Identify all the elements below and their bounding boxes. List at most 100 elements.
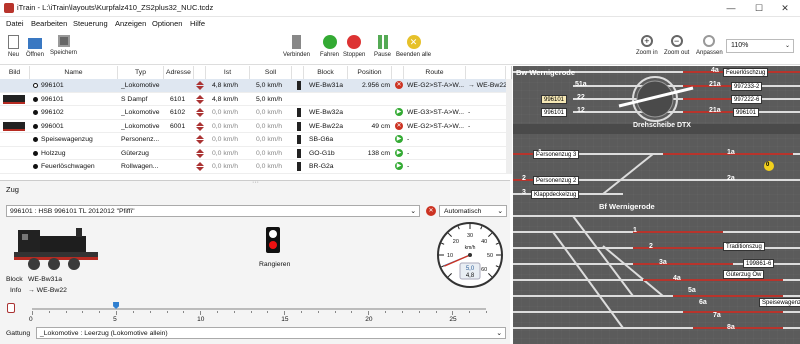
col-header-adresse[interactable]: Adresse [164,66,194,79]
run-button[interactable]: Fahren [320,35,339,58]
cell-typ: Rollwagen... [121,163,159,170]
direction-icon[interactable] [196,81,204,90]
slider-tick [116,311,118,315]
col-header-btn[interactable] [392,66,404,79]
col-header-route[interactable]: Route [404,66,466,79]
slider-tick [385,311,387,313]
start-train-button[interactable]: ▶ [395,162,403,170]
table-row[interactable]: Speisewagenzug Personenz... 0,0 km/h 0,0 km… [0,133,506,147]
zoom-in-icon: + [640,35,653,47]
col-header-position[interactable]: Position [348,66,392,79]
cell-name: Speisewagenzug [41,136,93,143]
start-train-button[interactable]: ▶ [395,148,403,157]
menu-hilfe[interactable]: Hilfe [190,19,205,28]
direction-icon[interactable] [196,94,204,104]
loco-thumbnail [3,121,25,131]
block-number: 21a [709,81,721,88]
cell-block: SB-G6a [309,136,334,143]
cell-block: WE-Bw32a [309,109,343,116]
zoom-select[interactable]: 110% ⌄ [726,39,794,53]
table-row[interactable]: Holzzug Güterzug 0,0 km/h 0,0 km/h GO-G1b 138… [0,147,506,160]
train-tag[interactable]: Traditionszug [723,242,765,251]
train-select[interactable]: 996101 : HSB 996101 TL 2012012 "Pfiffi" … [6,205,420,217]
stop-train-button[interactable]: ✕ [395,81,403,89]
menu-bearbeiten[interactable]: Bearbeiten [31,19,67,28]
cell-adresse: 6101 [170,95,186,103]
slider-tick [200,311,202,315]
close-button[interactable]: ✕ [772,0,798,16]
table-row[interactable]: 996001 _Lokomotive 6001 0,0 km/h 0,0 km/h WE-… [0,120,506,133]
col-header-ziel[interactable] [466,66,506,79]
menu-datei[interactable]: Datei [6,19,24,28]
col-header-soll[interactable]: Soll [250,66,292,79]
menu-anzeigen[interactable]: Anzeigen [115,19,146,28]
zoom-out-label: Zoom out [664,50,690,56]
train-tag[interactable]: Klappdeckelzug [531,190,580,199]
menu-steuerung[interactable]: Steuerung [73,19,108,28]
train-stop-button[interactable]: ✕ [426,206,436,216]
zoom-out-icon: − [670,35,683,47]
train-tag[interactable]: 996101 [541,95,568,104]
stop-icon [347,35,362,49]
slider-tick [48,311,50,313]
table-row[interactable]: 996102 _Lokomotive 6102 0,0 km/h 0,0 km/h WE-… [0,106,506,120]
connect-button[interactable]: Verbinden [283,35,310,58]
open-button[interactable]: Öffnen [26,35,44,58]
fit-label: Anpassen [696,50,723,56]
direction-icon[interactable] [196,162,204,171]
splitter-grip[interactable]: ··· [252,179,259,186]
stop-button[interactable]: Stoppen [343,35,365,58]
start-train-button[interactable]: ▶ [395,135,403,143]
table-scrollbar[interactable] [506,79,512,174]
pause-button[interactable]: Pause [374,35,391,58]
mode-select[interactable]: Automatisch ⌄ [439,205,507,217]
train-tag[interactable]: 997222-6 [731,95,763,104]
table-row[interactable]: Feuerlöschwagen Rollwagen... 0,0 km/h 0,0 k… [0,160,506,174]
maximize-button[interactable]: ☐ [746,0,772,16]
col-header-block[interactable]: Block [304,66,348,79]
direction-icon[interactable] [196,135,204,144]
train-tag[interactable]: Personenzug 2 [533,176,580,185]
train-tag[interactable]: 996101 [541,108,568,117]
end-all-button[interactable]: ✕ Beenden alle [396,35,431,58]
new-button[interactable]: Neu [8,35,19,58]
direction-icon[interactable] [7,303,15,313]
col-header-ist[interactable]: Ist [206,66,250,79]
train-tag[interactable]: 199861-6 [743,259,775,268]
locomotive-image [6,222,110,272]
direction-icon[interactable] [196,148,204,158]
table-row[interactable]: 996101 S Dampf 6101 4,8 km/h 5,0 km/h [0,93,506,106]
train-tag[interactable]: Güterzug Ow [723,270,765,279]
direction-icon[interactable] [196,121,204,131]
zoom-in-button[interactable]: + Zoom in [636,35,658,56]
stop-train-button[interactable]: ✕ [395,121,403,130]
minimize-button[interactable]: — [718,0,744,16]
zoom-out-button[interactable]: − Zoom out [664,35,689,56]
slider-tick [486,311,487,313]
col-header-name[interactable]: Name [30,66,118,79]
block-number: 1a [727,149,735,156]
train-tag[interactable]: 997233-2 [731,82,763,91]
train-tag[interactable]: Speisewagenzug [759,298,800,307]
menu-optionen[interactable]: Optionen [152,19,182,28]
direction-icon[interactable] [196,108,204,117]
train-tag[interactable]: Feuerlöschzug [723,68,769,77]
track-layout-canvas[interactable]: Bw Wernigerode Bf Wernigerode Drehscheib… [513,66,800,344]
gattung-select[interactable]: _Lokomotive : Leerzug (Lokomotive allein… [36,327,506,339]
col-header-dir[interactable] [194,66,206,79]
col-header-typ[interactable]: Typ [118,66,164,79]
fit-button[interactable]: Anpassen [696,35,723,56]
cell-typ: _Lokomotive [121,109,160,116]
train-tag[interactable]: 996101 [733,108,760,117]
speed-slider-track[interactable] [32,308,486,310]
cell-soll: 5,0 km/h [256,95,283,103]
gauge-soll-value: 5,0 [466,266,475,272]
table-row[interactable]: 996101 _Lokomotive 4,8 km/h 5,0 km/h WE-Bw31… [0,79,506,93]
col-header-bild[interactable]: Bild [0,66,30,79]
save-button[interactable]: Speichern [50,35,77,56]
turntable-label: Drehscheibe DTX [633,122,691,129]
save-label: Speichern [50,50,78,56]
col-header-blk[interactable] [292,66,304,79]
start-train-button[interactable]: ▶ [395,108,403,116]
stop-label: Stoppen [343,52,366,58]
